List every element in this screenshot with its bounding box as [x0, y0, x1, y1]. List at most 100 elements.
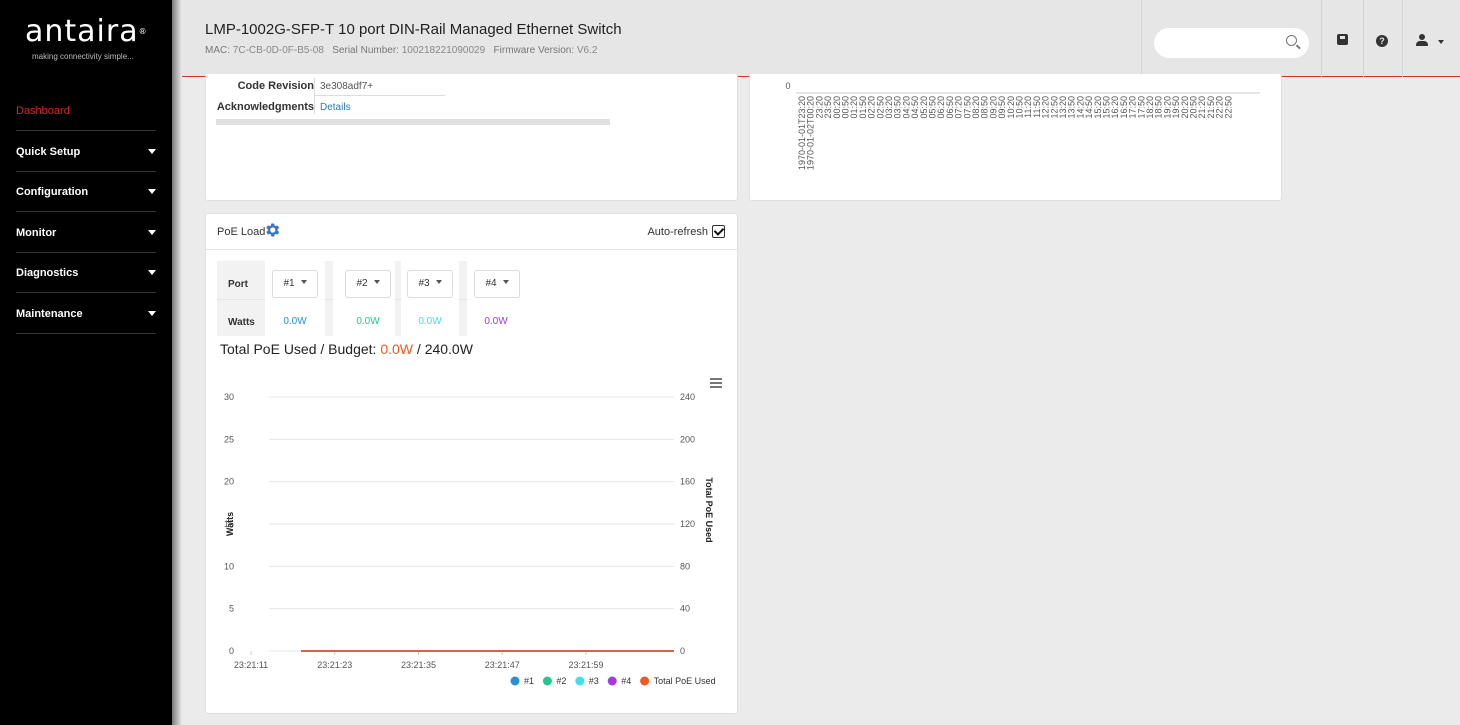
poe-total-label: Total PoE Used / Budget: [220, 341, 377, 357]
poe-x-tick-label: 23:21:23 [317, 660, 352, 670]
acknowledgments-label: Acknowledgments [216, 101, 314, 113]
poe-y-tick-label: 30 [224, 392, 234, 402]
traffic-chart-card: 0 1970-01-01T23:20 1970-01-02T00:20 23:20 2… [749, 74, 1282, 201]
poe-y-tick-label: 0 [229, 646, 234, 656]
poe-y-tick-label: 25 [224, 434, 234, 444]
sidebar-item-quick-setup[interactable]: Quick Setup [16, 132, 156, 172]
poe-legend-marker [510, 676, 520, 686]
poe-chart-y-label: Watts [225, 512, 235, 536]
poe-legend-label: #1 [524, 676, 534, 686]
user-menu-button[interactable] [1410, 28, 1450, 52]
divider [314, 95, 445, 96]
port-3-watts: 0.0W [418, 316, 442, 327]
brand-logo[interactable]: antaira® making connectivity simple... [0, 0, 172, 77]
poe-chart-legend: #1 #2 #3 #4 Total PoE Used [510, 676, 716, 686]
auto-refresh-checkbox[interactable] [712, 225, 725, 238]
traffic-chart: 0 1970-01-01T23:201970-01-02T00:2023:202… [785, 81, 1260, 170]
sidebar-item-label: Diagnostics [16, 267, 79, 279]
port-column: #2 0.0W [333, 261, 395, 336]
search-input[interactable] [1154, 28, 1309, 58]
poe-y2-tick-label: 240 [680, 392, 695, 402]
save-button[interactable] [1327, 28, 1357, 52]
acknowledgments-details-link[interactable]: Details [320, 102, 351, 113]
port-4-watts: 0.0W [484, 316, 508, 327]
user-icon [1416, 34, 1429, 46]
poe-y2-tick-label: 80 [680, 561, 690, 571]
traffic-y-zero: 0 [785, 81, 790, 91]
gear-icon[interactable] [263, 221, 281, 239]
poe-y2-tick-label: 160 [680, 477, 695, 487]
poe-chart: 051015202530 04080120160200240 23:21:11 2… [224, 392, 716, 686]
poe-x-tick-label: 23:21:59 [568, 660, 603, 670]
poe-chart-y2-ticks: 0 40 80 120 160 200 240 [680, 392, 695, 656]
mac-value: 7C-CB-0D-0F-B5-08 [232, 45, 324, 56]
poe-budget-separator: / [416, 341, 421, 357]
poe-legend-marker [575, 676, 585, 686]
poe-port-table: Port Watts #1 0.0W #2 0.0W #3 0.0W #4 0.… [217, 261, 520, 336]
save-icon [1336, 34, 1348, 45]
poe-y-tick-label: 10 [224, 561, 234, 571]
header-divider [1363, 0, 1364, 77]
code-revision-value: 3e308adf7+ [320, 81, 374, 92]
poe-budget: 240.0W [424, 341, 473, 357]
port-4-select[interactable]: #4 [474, 270, 520, 298]
poe-y2-tick-label: 120 [680, 519, 695, 529]
sidebar-item-diagnostics[interactable]: Diagnostics [16, 253, 156, 293]
watts-label: Watts [228, 317, 255, 328]
chevron-down-icon [300, 280, 307, 284]
port-column: #4 0.0W [467, 261, 520, 336]
chevron-down-icon [148, 230, 156, 235]
port-column: #3 0.0W [401, 261, 459, 336]
poe-y2-tick-label: 0 [680, 646, 685, 656]
sidebar-item-label: Configuration [16, 186, 89, 198]
firmware-label: Firmware Version: [493, 45, 575, 56]
logo-tagline: making connectivity simple... [32, 52, 134, 61]
mac-label: MAC: [205, 45, 230, 56]
port-label: Port [228, 279, 248, 290]
poe-legend-label: #4 [621, 676, 631, 686]
port-1-select[interactable]: #1 [272, 270, 318, 298]
header-divider [1141, 0, 1142, 77]
sidebar-item-monitor[interactable]: Monitor [16, 213, 156, 253]
poe-legend-marker [607, 676, 617, 686]
device-info: MAC: 7C-CB-0D-0F-B5-08 Serial Number: 10… [205, 45, 597, 56]
header-divider [1402, 0, 1403, 77]
poe-legend-marker [640, 676, 650, 686]
help-button[interactable]: ? [1367, 28, 1397, 52]
poe-y2-tick-label: 200 [680, 434, 695, 444]
poe-chart-y2-label: Total PoE Used [704, 477, 714, 542]
top-header: antaira® making connectivity simple... L… [0, 0, 1460, 77]
device-title: LMP-1002G-SFP-T 10 port DIN-Rail Managed… [205, 21, 622, 38]
poe-chart-grid [269, 396, 674, 652]
poe-title: PoE Load [217, 226, 266, 238]
help-icon: ? [1376, 35, 1388, 47]
poe-legend-label: Total PoE Used [654, 676, 716, 686]
poe-y-tick-label: 5 [229, 604, 234, 614]
sidebar-item-configuration[interactable]: Configuration [16, 172, 156, 212]
chevron-down-icon [435, 280, 442, 284]
sidebar-item-label: Dashboard [16, 105, 70, 117]
chevron-down-icon [148, 189, 156, 194]
search-icon[interactable] [1286, 35, 1297, 46]
sidebar-shadow [172, 0, 182, 725]
code-revision-label: Code Revision [237, 80, 314, 92]
poe-x-tick-label: 23:21:11 [234, 660, 268, 670]
sidebar-item-label: Maintenance [16, 308, 83, 320]
sidebar-item-maintenance[interactable]: Maintenance [16, 294, 156, 334]
header-divider [1321, 0, 1322, 77]
port-4-label: #4 [485, 278, 497, 289]
serial-value: 100218221090029 [401, 45, 486, 56]
port-3-select[interactable]: #3 [407, 270, 453, 298]
traffic-x-tick-label: 22:50 [1223, 96, 1233, 119]
horizontal-scrollbar[interactable] [216, 119, 610, 125]
firmware-value: V6.2 [576, 45, 598, 56]
chevron-down-icon [148, 311, 156, 316]
port-2-select[interactable]: #2 [345, 270, 391, 298]
poe-card-header: PoE Load Auto-refresh [206, 214, 738, 250]
sidebar-item-dashboard[interactable]: Dashboard [16, 91, 156, 131]
poe-load-card: PoE Load Auto-refresh Port Watts #1 0.0W… [205, 213, 738, 714]
traffic-x-ticks: 1970-01-01T23:201970-01-02T00:2023:2023:… [797, 96, 1233, 170]
poe-legend-label: #2 [556, 676, 566, 686]
poe-legend-marker [542, 676, 552, 686]
chevron-down-icon [148, 149, 156, 154]
